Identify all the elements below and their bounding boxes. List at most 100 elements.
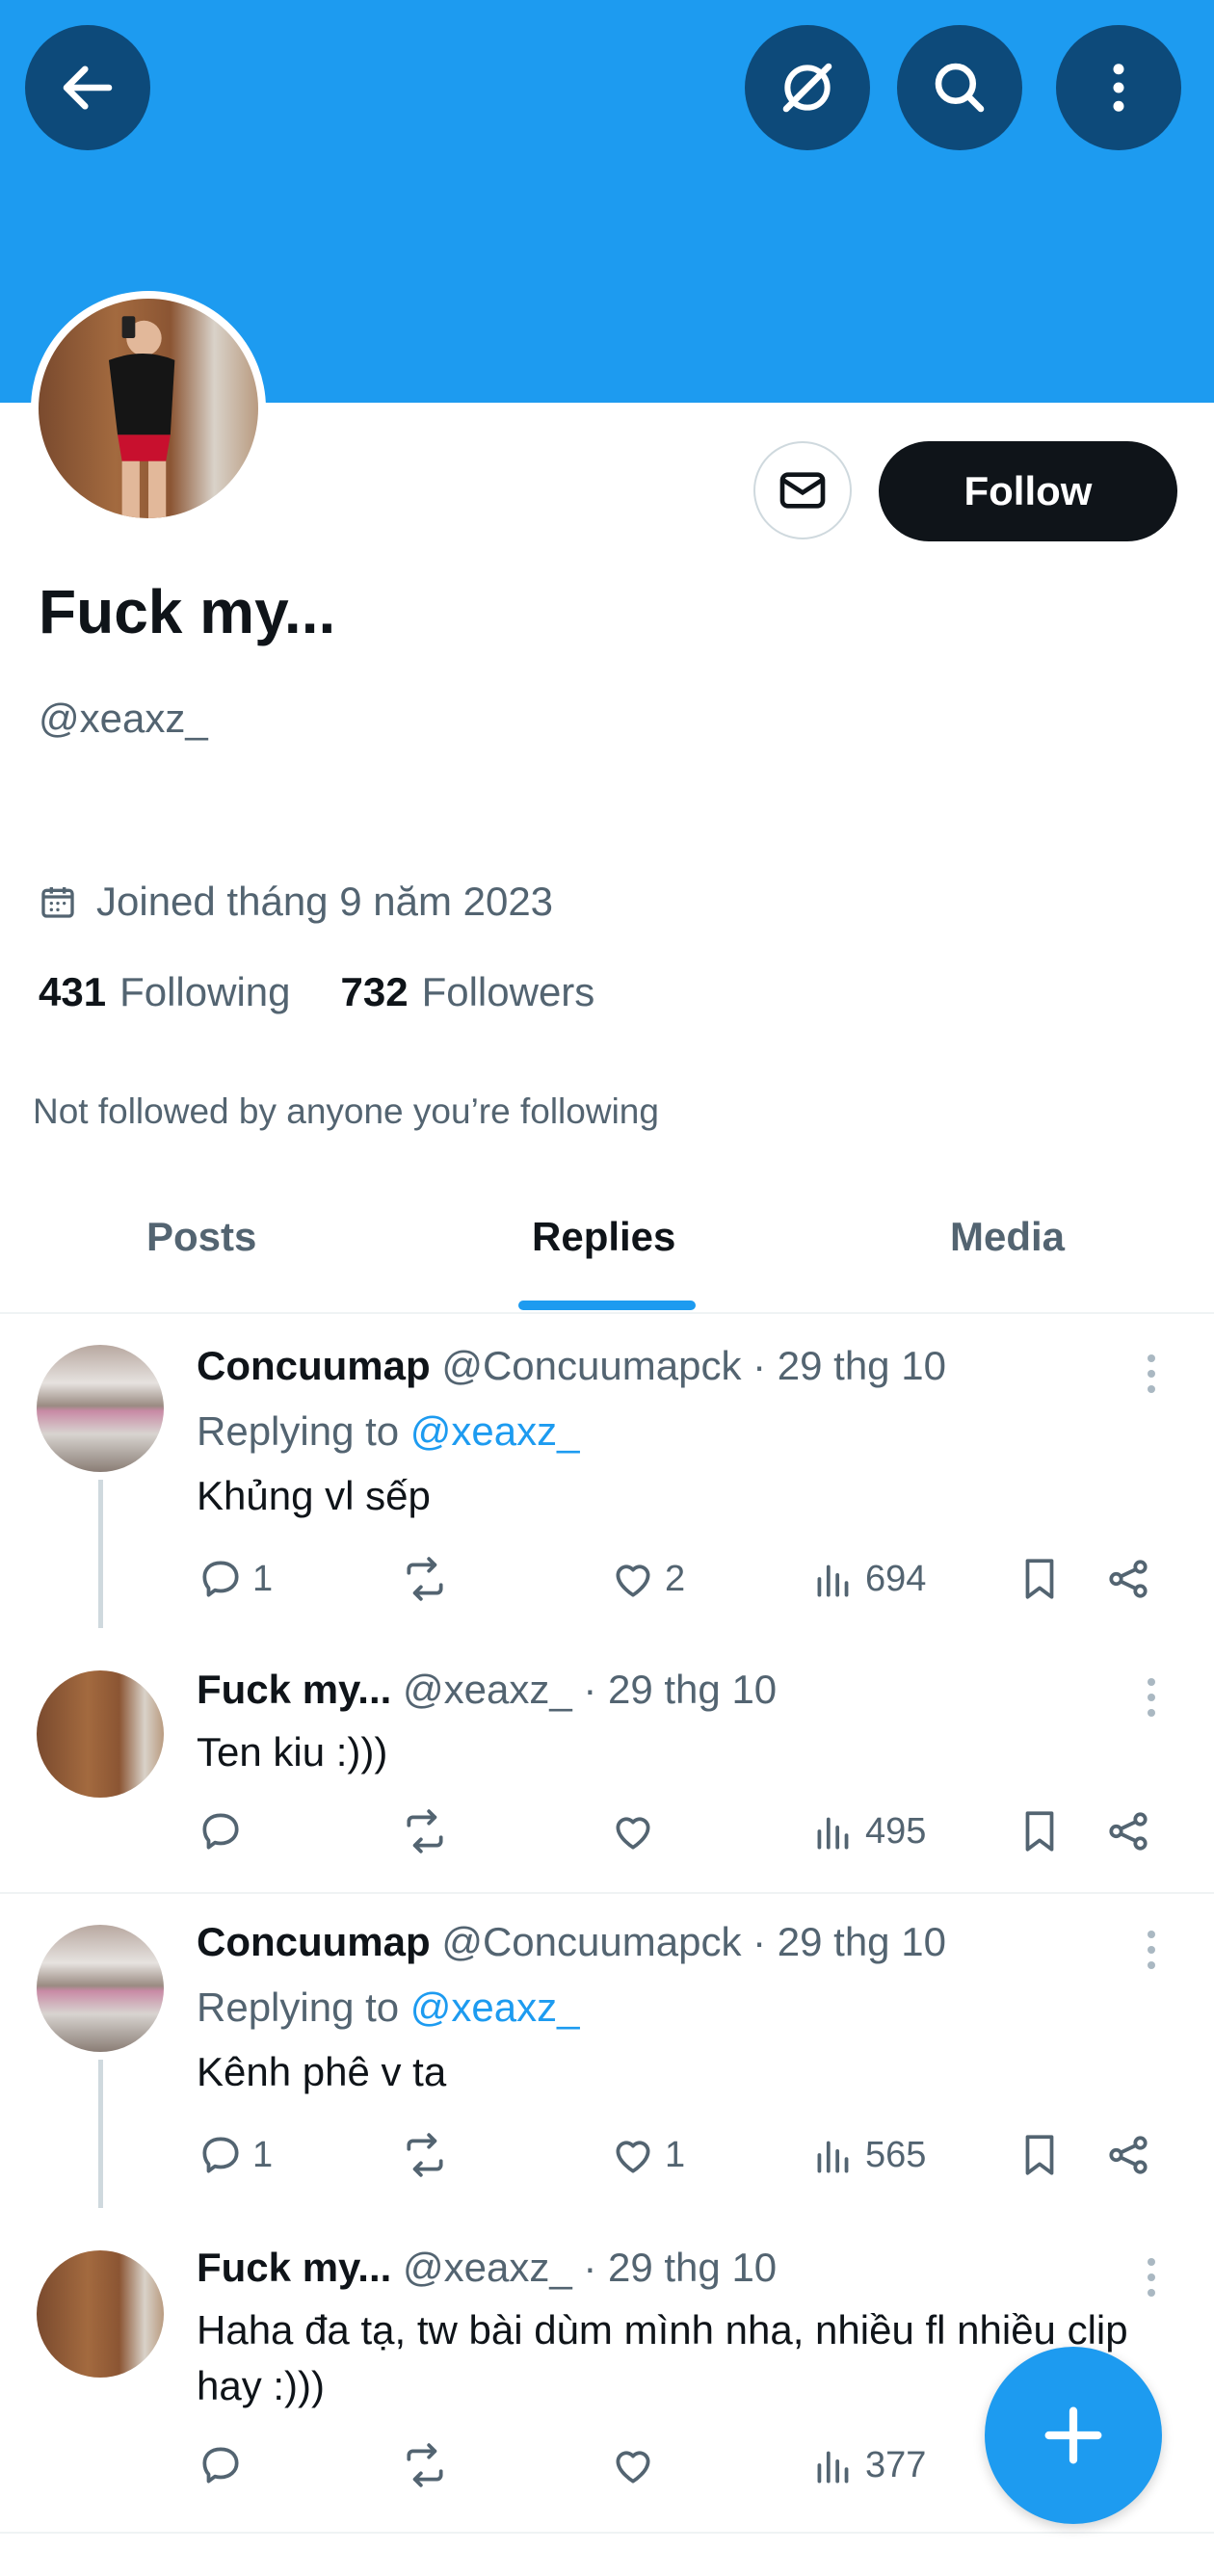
bookmark-button[interactable] bbox=[1016, 2131, 1071, 2179]
search-button[interactable] bbox=[897, 25, 1022, 150]
views-icon bbox=[817, 1817, 849, 1850]
like-button[interactable] bbox=[609, 2441, 665, 2489]
tab-replies[interactable]: Replies bbox=[532, 1214, 675, 1260]
share-button[interactable] bbox=[1104, 1807, 1160, 1855]
avatar-photo bbox=[108, 316, 175, 518]
avatar[interactable] bbox=[37, 2250, 164, 2378]
reply-count: 1 bbox=[252, 1558, 274, 1599]
heart-icon bbox=[616, 1817, 650, 1850]
author-name[interactable]: Concuumap bbox=[197, 1343, 431, 1388]
bookmark-button[interactable] bbox=[1016, 1555, 1071, 1603]
post-text: Khủng vl sếp bbox=[197, 1473, 431, 1518]
author-name[interactable]: Fuck my... bbox=[197, 1667, 391, 1712]
tab-posts[interactable]: Posts bbox=[146, 1214, 256, 1260]
views-button[interactable]: 694 bbox=[809, 1555, 926, 1603]
thread-line bbox=[98, 1480, 103, 1628]
following-label: Following bbox=[119, 969, 291, 1014]
repost-button[interactable] bbox=[401, 1807, 457, 1855]
share-icon bbox=[1109, 2136, 1148, 2174]
like-button[interactable] bbox=[609, 1807, 665, 1855]
bookmark-icon bbox=[1025, 1811, 1054, 1852]
views-icon bbox=[817, 2451, 849, 2484]
views-button[interactable]: 495 bbox=[809, 1807, 926, 1855]
replying-prefix: Replying to bbox=[197, 1408, 400, 1454]
author-name[interactable]: Concuumap bbox=[197, 1919, 431, 1964]
following-link[interactable]: 431 Following bbox=[39, 969, 291, 1015]
repost-icon bbox=[407, 2443, 443, 2487]
avatar[interactable] bbox=[37, 1345, 164, 1472]
comment-icon bbox=[202, 2137, 239, 2173]
joined-text: Joined tháng 9 năm 2023 bbox=[96, 879, 554, 924]
post-header: Concuumap @Concuumapck · 29 thg 10 bbox=[197, 1919, 946, 1965]
replying-mention[interactable]: @xeaxz_ bbox=[410, 1985, 580, 2030]
bookmark-icon bbox=[1025, 2135, 1054, 2175]
post-header: Fuck my... @xeaxz_ · 29 thg 10 bbox=[197, 1667, 777, 1713]
profile-name: Fuck my... bbox=[39, 577, 336, 646]
like-button[interactable]: 2 bbox=[609, 1555, 685, 1603]
back-button[interactable] bbox=[25, 25, 150, 150]
grok-icon bbox=[782, 63, 832, 113]
post-more-button[interactable] bbox=[1137, 1674, 1166, 1722]
profile-tabs: Posts Replies Media bbox=[0, 1185, 1214, 1314]
avatar[interactable] bbox=[37, 1925, 164, 2052]
views-button[interactable]: 377 bbox=[809, 2441, 926, 2489]
like-button[interactable]: 1 bbox=[609, 2131, 685, 2179]
calendar-icon bbox=[41, 887, 74, 918]
following-count: 431 bbox=[39, 969, 107, 1014]
profile-handle: @xeaxz_ bbox=[39, 696, 208, 741]
avatar[interactable] bbox=[37, 1670, 164, 1798]
profile-avatar[interactable] bbox=[31, 291, 266, 526]
repost-button[interactable] bbox=[401, 2131, 457, 2179]
post-actions: 1 1 565 bbox=[197, 2131, 1160, 2189]
grok-button[interactable] bbox=[745, 25, 870, 150]
followers-count: 732 bbox=[340, 969, 409, 1014]
plus-icon bbox=[1044, 2406, 1102, 2464]
followers-label: Followers bbox=[421, 969, 595, 1014]
views-count: 565 bbox=[865, 2134, 927, 2175]
share-button[interactable] bbox=[1104, 2131, 1160, 2179]
bookmark-button[interactable] bbox=[1016, 1807, 1071, 1855]
repost-button[interactable] bbox=[401, 1555, 457, 1603]
reply-button[interactable]: 1 bbox=[197, 2131, 273, 2179]
replying-prefix: Replying to bbox=[197, 1985, 400, 2030]
reply-button[interactable]: 1 bbox=[197, 1555, 273, 1603]
like-count: 1 bbox=[665, 2134, 686, 2175]
message-button[interactable] bbox=[753, 441, 852, 539]
views-button[interactable]: 565 bbox=[809, 2131, 926, 2179]
followers-link[interactable]: 732 Followers bbox=[341, 969, 595, 1015]
heart-icon bbox=[616, 2451, 650, 2484]
follow-stats: 431 Following 732 Followers bbox=[39, 969, 645, 1015]
author-meta: @xeaxz_ · 29 thg 10 bbox=[402, 1667, 778, 1712]
author-name[interactable]: Fuck my... bbox=[197, 2245, 391, 2290]
share-icon bbox=[1109, 1812, 1148, 1851]
joined-date: Joined tháng 9 năm 2023 bbox=[39, 879, 553, 925]
post-text: Ten kiu :))) bbox=[197, 1729, 388, 1774]
post-divider bbox=[0, 1892, 1214, 1894]
post-more-button[interactable] bbox=[1137, 2254, 1166, 2302]
replying-mention[interactable]: @xeaxz_ bbox=[410, 1408, 580, 1454]
compose-button[interactable] bbox=[985, 2347, 1162, 2524]
author-meta: @Concuumapck · 29 thg 10 bbox=[441, 1919, 946, 1964]
reply-button[interactable] bbox=[197, 2441, 252, 2489]
post-more-button[interactable] bbox=[1137, 1927, 1166, 1975]
more-options-button[interactable] bbox=[1056, 25, 1181, 150]
repost-button[interactable] bbox=[401, 2441, 457, 2489]
replying-to: Replying to @xeaxz_ bbox=[197, 1985, 580, 2031]
reply-button[interactable] bbox=[197, 1807, 252, 1855]
post-actions: 1 2 694 bbox=[197, 1555, 1160, 1613]
share-button[interactable] bbox=[1104, 1555, 1160, 1603]
reply-count: 1 bbox=[252, 2134, 274, 2175]
views-icon bbox=[817, 1564, 849, 1597]
replying-to: Replying to @xeaxz_ bbox=[197, 1408, 580, 1455]
follow-button[interactable]: Follow bbox=[879, 441, 1177, 541]
not-followed-note: Not followed by anyone you’re following bbox=[33, 1091, 659, 1131]
search-icon bbox=[935, 63, 985, 113]
repost-icon bbox=[407, 1557, 443, 1601]
post-more-button[interactable] bbox=[1137, 1351, 1166, 1399]
post-text: Kênh phê v ta bbox=[197, 2049, 447, 2094]
tab-media[interactable]: Media bbox=[950, 1214, 1065, 1260]
mail-icon bbox=[779, 472, 826, 509]
like-count: 2 bbox=[665, 1558, 686, 1599]
views-count: 377 bbox=[865, 2444, 927, 2485]
post-actions: 495 bbox=[197, 1807, 1160, 1865]
